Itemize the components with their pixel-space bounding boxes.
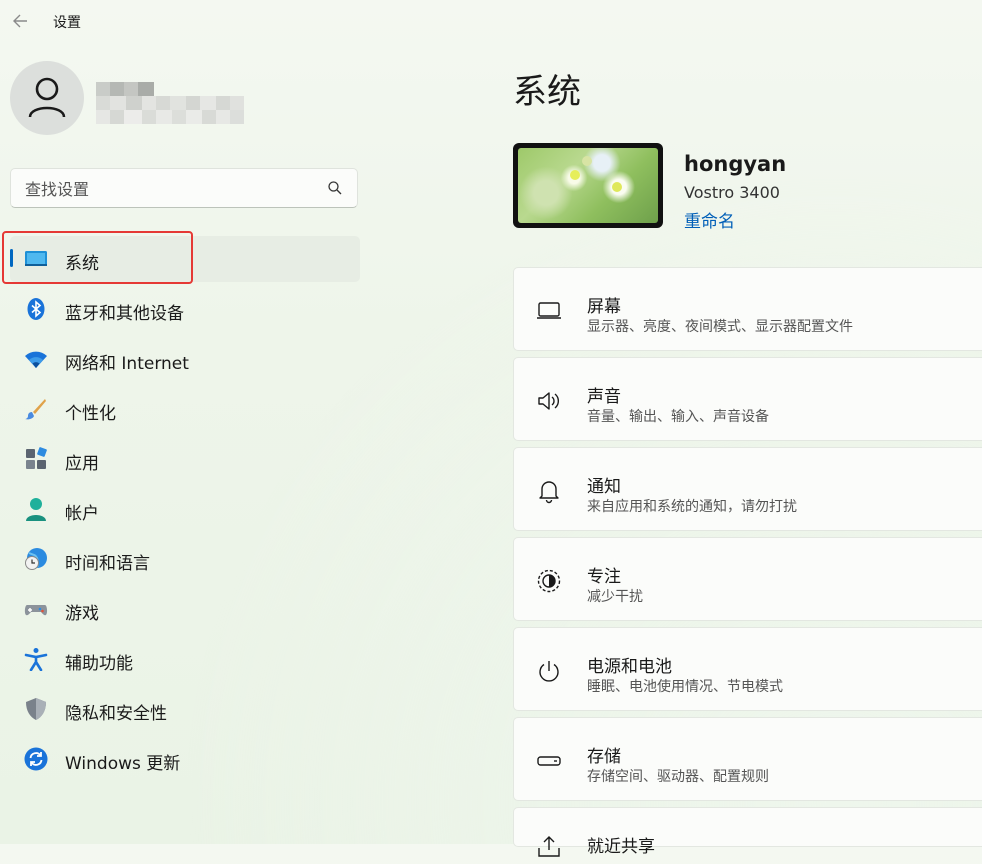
power-icon — [536, 658, 562, 684]
card-title: 声音 — [587, 387, 621, 407]
sidebar-item-label: 蓝牙和其他设备 — [65, 304, 184, 324]
card-subtitle: 存储空间、驱动器、配置规则 — [587, 769, 769, 785]
sidebar-item-personalization[interactable]: 个性化 — [10, 386, 360, 432]
sidebar-item-label: Windows 更新 — [65, 754, 181, 774]
card-display[interactable]: 屏幕 显示器、亮度、夜间模式、显示器配置文件 — [513, 267, 982, 351]
sidebar-item-windows-update[interactable]: Windows 更新 — [10, 736, 360, 782]
device-model: Vostro 3400 — [684, 183, 780, 202]
search-input[interactable] — [23, 177, 327, 201]
device-wallpaper-thumbnail — [513, 143, 663, 228]
search-icon[interactable] — [327, 180, 343, 200]
sidebar-nav: 系统 蓝牙和其他设备 网络和 Internet 个性化 应用 帐户 时间和语言 … — [10, 236, 360, 786]
device-name: hongyan — [684, 152, 787, 176]
sidebar-item-label: 个性化 — [65, 404, 116, 424]
sidebar-item-label: 帐户 — [65, 504, 99, 524]
card-notifications[interactable]: 通知 来自应用和系统的通知，请勿打扰 — [513, 447, 982, 531]
focus-icon — [536, 568, 562, 594]
sidebar-item-label: 隐私和安全性 — [65, 704, 167, 724]
shield-icon — [24, 697, 48, 721]
sidebar-item-label: 应用 — [65, 454, 99, 474]
sidebar-item-privacy[interactable]: 隐私和安全性 — [10, 686, 360, 732]
sidebar-item-network[interactable]: 网络和 Internet — [10, 336, 360, 382]
share-icon — [536, 834, 562, 860]
storage-icon — [536, 748, 562, 774]
page-title: 系统 — [513, 72, 581, 112]
back-arrow-icon[interactable] — [10, 10, 32, 32]
sidebar-item-bluetooth[interactable]: 蓝牙和其他设备 — [10, 286, 360, 332]
card-subtitle: 来自应用和系统的通知，请勿打扰 — [587, 499, 797, 515]
sidebar-item-time-language[interactable]: 时间和语言 — [10, 536, 360, 582]
account-icon — [24, 497, 48, 521]
card-subtitle: 减少干扰 — [587, 589, 643, 605]
card-storage[interactable]: 存储 存储空间、驱动器、配置规则 — [513, 717, 982, 801]
card-title: 屏幕 — [587, 297, 621, 317]
sidebar-item-accessibility[interactable]: 辅助功能 — [10, 636, 360, 682]
sidebar-item-apps[interactable]: 应用 — [10, 436, 360, 482]
title-bar: 设置 — [0, 0, 982, 42]
bluetooth-icon — [24, 297, 48, 321]
card-title: 通知 — [587, 477, 621, 497]
wifi-icon — [24, 347, 48, 371]
brush-icon — [24, 397, 48, 421]
sidebar-item-gaming[interactable]: 游戏 — [10, 586, 360, 632]
rename-link[interactable]: 重命名 — [684, 207, 735, 232]
app-title: 设置 — [53, 15, 81, 31]
card-nearby-sharing[interactable]: 就近共享 — [513, 807, 982, 857]
wallpaper-image — [518, 148, 658, 223]
globe-clock-icon — [24, 547, 48, 571]
avatar[interactable] — [10, 61, 84, 135]
apps-icon — [24, 447, 48, 471]
card-title: 电源和电池 — [587, 657, 672, 677]
card-title: 存储 — [587, 747, 621, 767]
card-subtitle: 睡眠、电池使用情况、节电模式 — [587, 679, 783, 695]
bell-icon — [536, 478, 562, 504]
card-title: 专注 — [587, 567, 621, 587]
card-sound[interactable]: 声音 音量、输出、输入、声音设备 — [513, 357, 982, 441]
settings-cards: 屏幕 显示器、亮度、夜间模式、显示器配置文件 声音 音量、输出、输入、声音设备 … — [513, 267, 982, 857]
blurred-username — [96, 82, 246, 126]
highlight-annotation — [2, 231, 193, 284]
card-subtitle: 显示器、亮度、夜间模式、显示器配置文件 — [587, 319, 853, 335]
person-icon — [28, 77, 66, 118]
update-icon — [24, 747, 48, 771]
card-power-battery[interactable]: 电源和电池 睡眠、电池使用情况、节电模式 — [513, 627, 982, 711]
gamepad-icon — [24, 597, 48, 621]
speaker-icon — [536, 388, 562, 414]
card-focus[interactable]: 专注 减少干扰 — [513, 537, 982, 621]
card-title: 就近共享 — [587, 837, 655, 857]
sidebar-item-label: 游戏 — [65, 604, 99, 624]
monitor-icon — [536, 298, 562, 324]
search-box[interactable] — [10, 168, 358, 208]
sidebar-item-label: 时间和语言 — [65, 554, 150, 574]
card-subtitle: 音量、输出、输入、声音设备 — [587, 409, 769, 425]
accessibility-icon — [24, 647, 48, 672]
sidebar-item-accounts[interactable]: 帐户 — [10, 486, 360, 532]
sidebar-item-label: 辅助功能 — [65, 654, 133, 674]
sidebar-item-label: 网络和 Internet — [65, 354, 189, 374]
